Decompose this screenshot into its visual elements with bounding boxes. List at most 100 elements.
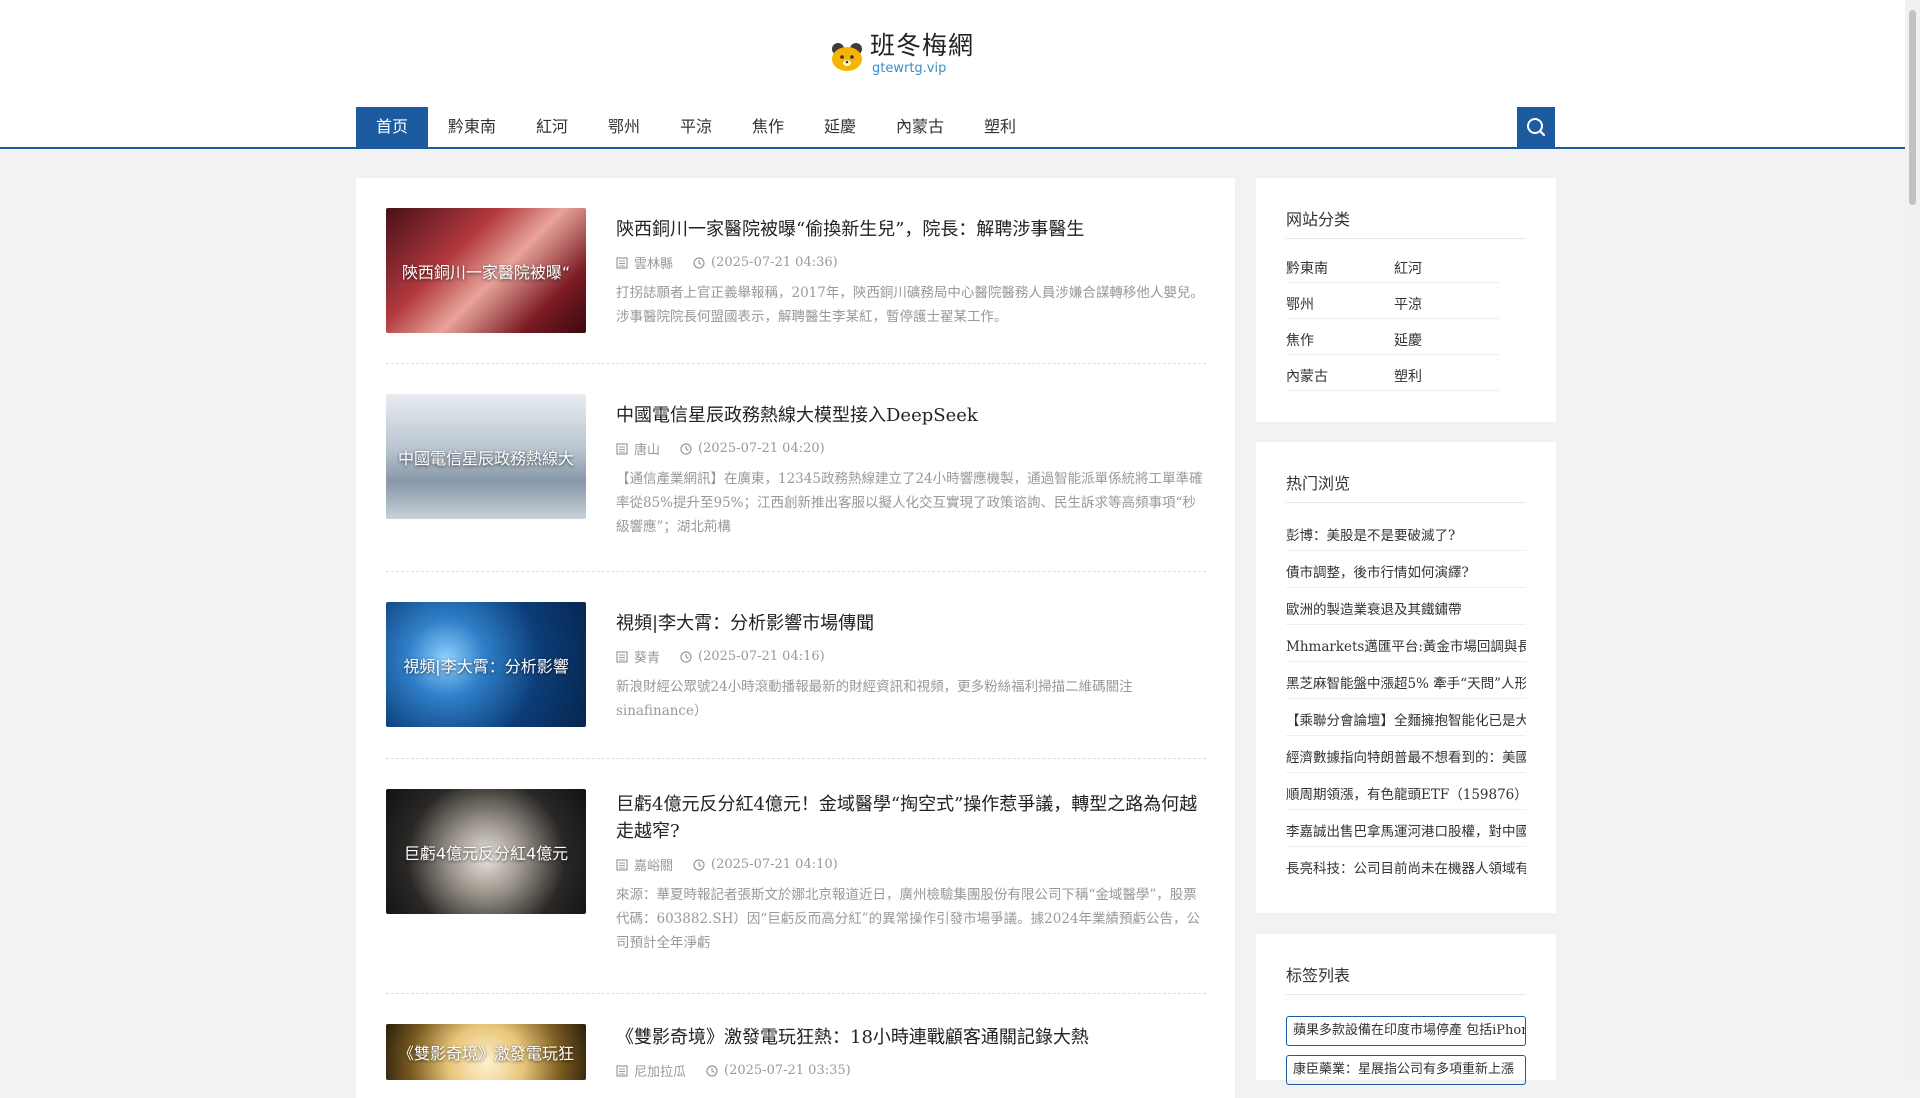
hot-divider (1286, 735, 1526, 736)
hot-item[interactable]: Mhmarkets邁匯平台:黃金市場回調與長期 (1286, 635, 1526, 655)
site-name: 班冬梅網 (870, 31, 975, 60)
source-icon (616, 858, 628, 871)
thumbnail-caption: 陝西銅川一家醫院被曝“ (401, 262, 571, 282)
section-divider (1286, 502, 1526, 503)
tag-item[interactable]: 康臣藥業：星展指公司有多項重新上漲 (1286, 1055, 1526, 1085)
tag-item[interactable]: 蘋果多款設備在印度市場停產 包括iPhone (1286, 1016, 1526, 1046)
section-divider (1286, 238, 1526, 239)
nav-item-pingliang[interactable]: 平涼 (660, 107, 732, 147)
source-icon (616, 256, 628, 269)
source-icon (616, 650, 628, 663)
nav-item-honghe[interactable]: 紅河 (516, 107, 588, 147)
article-divider (386, 993, 1206, 995)
article-thumbnail[interactable]: 視頻|李大霄：分析影響 (386, 602, 586, 727)
category-ezhou[interactable]: 鄂州 (1286, 294, 1314, 314)
article-item: 中國電信星辰政務熱線大 中國電信星辰政務熱線大模型接入DeepSeek 唐山 (… (386, 394, 1206, 564)
category-divider (1286, 390, 1499, 391)
hot-divider (1286, 587, 1526, 588)
category-yanqing[interactable]: 延慶 (1394, 330, 1422, 350)
main-nav: 首页 黔東南 紅河 鄂州 平涼 焦作 延慶 內蒙古 塑利 (0, 107, 1905, 149)
category-suli[interactable]: 塑利 (1394, 366, 1422, 386)
search-button[interactable] (1517, 107, 1555, 147)
article-summary: 新浪財經公眾號24小時滾動播報最新的財經資訊和視頻，更多粉絲福利掃描二維碼關注s… (616, 679, 1133, 719)
hot-item[interactable]: 經濟數據指向特朗普最不想看到的：美國經 (1286, 746, 1526, 766)
category-pingliang[interactable]: 平涼 (1394, 294, 1422, 314)
article-thumbnail[interactable]: 巨虧4億元反分紅4億元 (386, 789, 586, 914)
thumbnail-caption: 中國電信星辰政務熱線大 (397, 448, 574, 468)
nav-item-home[interactable]: 首页 (356, 107, 428, 147)
thumbnail-caption: 視頻|李大霄：分析影響 (403, 656, 569, 676)
hot-item[interactable]: 債市調整，後市行情如何演繹? (1286, 561, 1526, 581)
sidebar-categories: 网站分类 黔東南 紅河 鄂州 平涼 焦作 延慶 內蒙古 塑利 (1256, 178, 1556, 422)
source-icon (616, 1064, 628, 1077)
article-source[interactable]: 葵青 (634, 647, 660, 666)
category-qiandongnan[interactable]: 黔東南 (1286, 258, 1328, 278)
source-icon (616, 442, 628, 455)
article-title[interactable]: 巨虧4億元反分紅4億元！金域醫學“掏空式”操作惹爭議，轉型之路為何越走越窄? (616, 791, 1206, 845)
clock-icon (680, 650, 692, 663)
site-header: 班冬梅網 gtewrtg.vip (0, 0, 1905, 108)
article-summary: 【通信產業網訊】在廣東，12345政務熱線建立了24小時響應機製，通過智能派單係… (616, 471, 1203, 535)
category-neimenggu[interactable]: 內蒙古 (1286, 366, 1328, 386)
hot-item[interactable]: 李嘉誠出售巴拿馬運河港口股權，對中國 (1286, 820, 1526, 840)
sidebar-tags: 标签列表 蘋果多款設備在印度市場停產 包括iPhone 康臣藥業：星展指公司有多… (1256, 934, 1556, 1085)
article-meta: 唐山 (2025-07-21 04:20) (616, 439, 825, 458)
category-divider (1286, 354, 1499, 355)
article-item: 巨虧4億元反分紅4億元 巨虧4億元反分紅4億元！金域醫學“掏空式”操作惹爭議，轉… (386, 789, 1206, 989)
article-title[interactable]: 《雙影奇境》激發電玩狂熱：18小時連戰顧客通關記錄大熱 (616, 1024, 1206, 1051)
article-item: 《雙影奇境》激發電玩狂 《雙影奇境》激發電玩狂熱：18小時連戰顧客通關記錄大熱 … (386, 1024, 1206, 1084)
article-title[interactable]: 陝西銅川一家醫院被曝“偷換新生兒”，院長：解聘涉事醫生 (616, 216, 1206, 243)
hot-item[interactable]: 順周期領漲，有色龍頭ETF（159876） (1286, 783, 1526, 803)
article-title[interactable]: 中國電信星辰政務熱線大模型接入DeepSeek (616, 402, 1206, 429)
article-meta: 雲林縣 (2025-07-21 04:36) (616, 253, 838, 272)
article-source[interactable]: 嘉峪關 (634, 855, 673, 874)
tags-title: 标签列表 (1286, 966, 1351, 985)
hot-divider (1286, 698, 1526, 699)
nav-item-jiaozuo[interactable]: 焦作 (732, 107, 804, 147)
nav-item-neimenggu[interactable]: 內蒙古 (876, 107, 964, 147)
article-thumbnail[interactable]: 中國電信星辰政務熱線大 (386, 394, 586, 519)
hot-divider (1286, 661, 1526, 662)
clock-icon (706, 1064, 718, 1077)
category-divider (1286, 318, 1499, 319)
article-thumbnail[interactable]: 《雙影奇境》激發電玩狂 (386, 1024, 586, 1080)
category-jiaozuo[interactable]: 焦作 (1286, 330, 1314, 350)
section-divider (1286, 994, 1526, 995)
article-item: 陝西銅川一家醫院被曝“ 陝西銅川一家醫院被曝“偷換新生兒”，院長：解聘涉事醫生 … (386, 208, 1206, 358)
site-logo[interactable]: 班冬梅網 gtewrtg.vip (830, 30, 974, 76)
page-scrollbar[interactable] (1905, 0, 1920, 1080)
hot-divider (1286, 809, 1526, 810)
article-time: (2025-07-21 04:16) (698, 649, 825, 664)
clock-icon (693, 256, 705, 269)
article-divider (386, 758, 1206, 760)
hot-item[interactable]: 歐洲的製造業衰退及其鐵鏽帶 (1286, 598, 1526, 618)
article-source[interactable]: 唐山 (634, 439, 660, 458)
category-honghe[interactable]: 紅河 (1394, 258, 1422, 278)
article-time: (2025-07-21 03:35) (724, 1063, 851, 1078)
hot-item[interactable]: 長亮科技：公司目前尚未在機器人領域有佈 (1286, 857, 1526, 877)
hot-item[interactable]: 黑芝麻智能盤中漲超5% 牽手“天問”人形 (1286, 672, 1526, 692)
article-time: (2025-07-21 04:10) (711, 857, 838, 872)
article-item: 視頻|李大霄：分析影響 視頻|李大霄：分析影響市場傳聞 葵青 (2025-07-… (386, 602, 1206, 752)
article-meta: 尼加拉瓜 (2025-07-21 03:35) (616, 1061, 851, 1080)
article-title[interactable]: 視頻|李大霄：分析影響市場傳聞 (616, 610, 1206, 637)
categories-title: 网站分类 (1286, 210, 1351, 229)
nav-item-ezhou[interactable]: 鄂州 (588, 107, 660, 147)
nav-item-yanqing[interactable]: 延慶 (804, 107, 876, 147)
article-summary: 打拐誌願者上官正義舉報稱，2017年，陝西銅川礦務局中心醫院醫務人員涉嫌合謀轉移… (616, 285, 1204, 325)
hot-item[interactable]: 彭博：美股是不是要破滅了? (1286, 524, 1526, 544)
thumbnail-caption: 《雙影奇境》激發電玩狂 (397, 1044, 574, 1063)
article-time: (2025-07-21 04:36) (711, 255, 838, 270)
category-divider (1286, 282, 1499, 283)
article-meta: 嘉峪關 (2025-07-21 04:10) (616, 855, 838, 874)
site-domain: gtewrtg.vip (872, 61, 947, 76)
hot-item[interactable]: 【乘聯分會論壇】全麵擁抱智能化已是大勢 (1286, 709, 1526, 729)
article-divider (386, 363, 1206, 365)
article-summary: 來源：華夏時報記者張斯文於娜北京報道近日，廣州檢驗集團股份有限公司下稱“金域醫學… (616, 887, 1201, 951)
nav-item-qiandongnan[interactable]: 黔東南 (428, 107, 516, 147)
article-thumbnail[interactable]: 陝西銅川一家醫院被曝“ (386, 208, 586, 333)
article-source[interactable]: 雲林縣 (634, 253, 673, 272)
scrollbar-thumb[interactable] (1909, 10, 1916, 205)
nav-item-suli[interactable]: 塑利 (964, 107, 1036, 147)
article-source[interactable]: 尼加拉瓜 (634, 1061, 686, 1080)
